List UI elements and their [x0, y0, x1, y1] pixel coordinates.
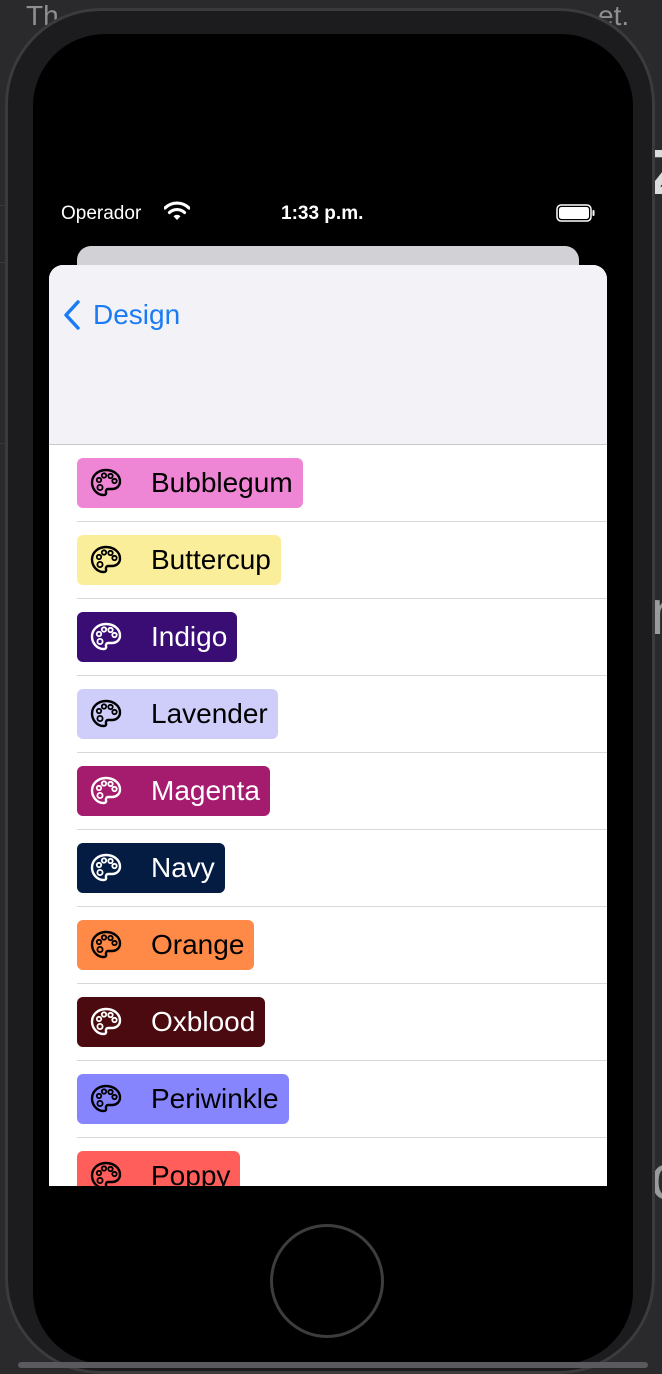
palette-icon [89, 928, 123, 962]
color-tag[interactable]: Bubblegum [77, 458, 303, 508]
color-name: Buttercup [151, 544, 271, 575]
list-item[interactable]: Buttercup [77, 522, 607, 599]
color-name: Lavender [151, 698, 268, 729]
color-tag[interactable]: Indigo [77, 612, 238, 662]
palette-icon [89, 697, 123, 731]
back-button[interactable]: Design [63, 295, 180, 335]
color-name: Indigo [151, 621, 228, 652]
navigation-bar: Design [49, 265, 607, 445]
chevron-left-icon [64, 300, 80, 330]
color-name: Oxblood [151, 1006, 256, 1037]
modal-sheet: Design Bubblegum Buttercup Indigo Lavender M… [49, 265, 607, 1186]
list-item[interactable]: Orange [77, 907, 607, 984]
palette-icon [89, 774, 123, 808]
list-item[interactable]: Indigo [77, 599, 607, 676]
color-tag[interactable]: Lavender [77, 689, 278, 739]
color-tag[interactable]: Periwinkle [77, 1074, 289, 1124]
color-tag[interactable]: Magenta [77, 766, 270, 816]
palette-icon [89, 620, 123, 654]
palette-icon [89, 466, 123, 500]
palette-icon [89, 1159, 123, 1186]
color-name: Magenta [151, 775, 260, 806]
home-button[interactable] [270, 1224, 384, 1338]
color-tag[interactable]: Navy [77, 843, 225, 893]
list-item[interactable]: Bubblegum [77, 445, 607, 522]
color-name: Bubblegum [151, 467, 293, 498]
list-item[interactable]: Oxblood [77, 984, 607, 1061]
list-item[interactable]: Navy [77, 830, 607, 907]
status-bar: Operador 1:33 p.m. [61, 200, 601, 228]
color-tag[interactable]: Poppy [77, 1151, 241, 1186]
color-name: Orange [151, 929, 245, 960]
color-name: Navy [151, 852, 215, 883]
palette-icon [89, 543, 123, 577]
list-item[interactable]: Lavender [77, 676, 607, 753]
color-tag[interactable]: Buttercup [77, 535, 281, 585]
list-item[interactable]: Magenta [77, 753, 607, 830]
list-item[interactable]: Periwinkle [77, 1061, 607, 1138]
color-name: Periwinkle [151, 1083, 279, 1114]
window-scrollbar[interactable] [18, 1362, 648, 1368]
palette-icon [89, 1005, 123, 1039]
back-button-label: Design [93, 299, 181, 330]
color-list: Bubblegum Buttercup Indigo Lavender Magenta N… [49, 445, 607, 1186]
clock: 1:33 p.m. [281, 203, 364, 224]
list-item[interactable]: Poppy [77, 1138, 607, 1186]
palette-icon [89, 1082, 123, 1116]
carrier-label: Operador [61, 203, 142, 224]
color-tag[interactable]: Oxblood [77, 997, 266, 1047]
color-tag[interactable]: Orange [77, 920, 255, 970]
palette-icon [89, 851, 123, 885]
color-name: Poppy [151, 1160, 231, 1186]
wifi-icon [163, 200, 191, 228]
battery-icon [556, 204, 595, 222]
